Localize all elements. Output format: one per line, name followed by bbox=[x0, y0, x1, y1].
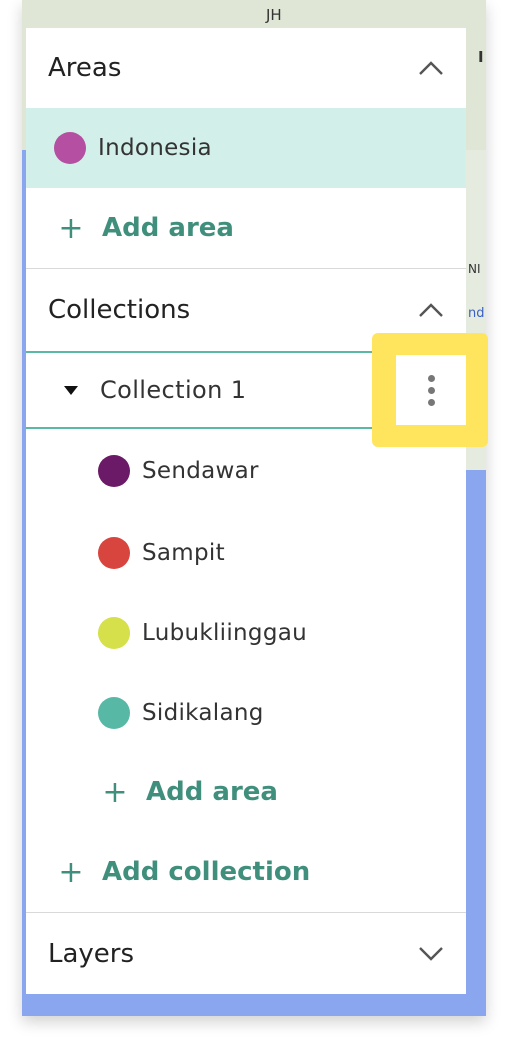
kebab-dot bbox=[427, 374, 435, 382]
chevron-down-icon[interactable] bbox=[418, 941, 444, 967]
area-item-indonesia[interactable]: Indonesia bbox=[26, 108, 466, 188]
color-dot bbox=[54, 132, 86, 164]
color-dot bbox=[98, 697, 130, 729]
area-item-sidikalang[interactable]: Sidikalang bbox=[26, 673, 466, 753]
areas-header[interactable]: Areas bbox=[26, 28, 466, 108]
chevron-up-icon[interactable] bbox=[418, 297, 444, 323]
divider bbox=[26, 912, 466, 913]
add-collection-label: Add collection bbox=[102, 857, 311, 887]
map-label: nd bbox=[468, 306, 485, 321]
area-label: Sendawar bbox=[142, 458, 259, 484]
map-label: JH bbox=[266, 6, 282, 24]
area-label: Lubukliinggau bbox=[142, 620, 308, 646]
layers-title: Layers bbox=[48, 939, 135, 969]
map-label: I bbox=[478, 48, 484, 66]
area-label: Indonesia bbox=[98, 135, 212, 161]
divider bbox=[26, 268, 466, 269]
collections-title: Collections bbox=[48, 295, 191, 325]
color-dot bbox=[98, 455, 130, 487]
add-area-button[interactable]: + Add area bbox=[56, 198, 234, 258]
chevron-up-icon[interactable] bbox=[418, 55, 444, 81]
triangle-down-icon[interactable] bbox=[64, 385, 78, 395]
area-label: Sampit bbox=[142, 540, 225, 566]
area-item-sampit[interactable]: Sampit bbox=[26, 513, 466, 593]
kebab-dot bbox=[427, 386, 435, 394]
plus-icon: + bbox=[58, 854, 84, 890]
area-label: Sidikalang bbox=[142, 700, 264, 726]
sidebar-panel: Areas Indonesia + Add area Collections C… bbox=[26, 28, 466, 994]
plus-icon: + bbox=[58, 210, 84, 246]
color-dot bbox=[98, 537, 130, 569]
map-label: NI bbox=[468, 262, 481, 276]
add-area-label: Add area bbox=[146, 777, 278, 807]
add-area-label: Add area bbox=[102, 213, 234, 243]
plus-icon: + bbox=[102, 774, 128, 810]
areas-title: Areas bbox=[48, 53, 122, 83]
kebab-menu-icon[interactable] bbox=[396, 355, 466, 425]
add-area-to-collection-button[interactable]: + Add area bbox=[100, 762, 278, 822]
color-dot bbox=[98, 617, 130, 649]
layers-header[interactable]: Layers bbox=[26, 914, 466, 994]
add-collection-button[interactable]: + Add collection bbox=[56, 842, 310, 902]
area-item-lubukliinggau[interactable]: Lubukliinggau bbox=[26, 593, 466, 673]
collection-label: Collection 1 bbox=[100, 376, 247, 404]
kebab-dot bbox=[427, 398, 435, 406]
